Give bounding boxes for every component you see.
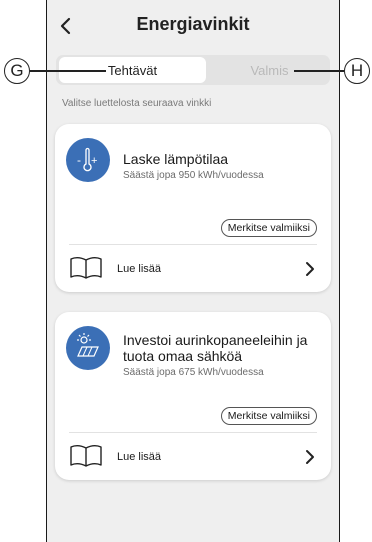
book-icon: [70, 257, 102, 279]
solar-panel-icon: [66, 326, 110, 370]
book-icon: [70, 445, 102, 467]
hint-text: Valitse luettelosta seuraava vinkki: [62, 98, 212, 109]
tip-card: - + Laske lämpötilaa Säästä jopa 950 kWh…: [55, 124, 331, 292]
svg-text:-: -: [77, 153, 81, 167]
card-subtitle: Säästä jopa 950 kWh/vuodessa: [123, 170, 264, 181]
chevron-right-icon: [306, 262, 314, 276]
read-more-row[interactable]: Lue lisää: [69, 254, 317, 284]
svg-text:+: +: [91, 155, 97, 167]
chevron-right-icon: [306, 450, 314, 464]
callout-g: G: [4, 58, 30, 84]
mark-done-button[interactable]: Merkitse valmiiksi: [220, 219, 317, 237]
card-title: Investoi aurinkopaneeleihin ja tuota oma…: [123, 332, 308, 364]
divider: [69, 244, 317, 245]
mark-done-button[interactable]: Merkitse valmiiksi: [220, 407, 317, 425]
callout-h: H: [344, 58, 370, 84]
divider: [69, 432, 317, 433]
read-more-label: Lue lisää: [117, 263, 162, 275]
read-more-label: Lue lisää: [117, 451, 162, 463]
read-more-row[interactable]: Lue lisää: [69, 442, 317, 472]
callout-h-line: [294, 70, 344, 72]
tip-card: Investoi aurinkopaneeleihin ja tuota oma…: [55, 312, 331, 480]
thermometer-icon: - +: [66, 138, 110, 182]
card-subtitle: Säästä jopa 675 kWh/vuodessa: [123, 367, 264, 378]
page-title: Energiavinkit: [136, 14, 250, 34]
card-title: Laske lämpötilaa: [123, 151, 229, 167]
callout-g-line: [30, 70, 106, 72]
